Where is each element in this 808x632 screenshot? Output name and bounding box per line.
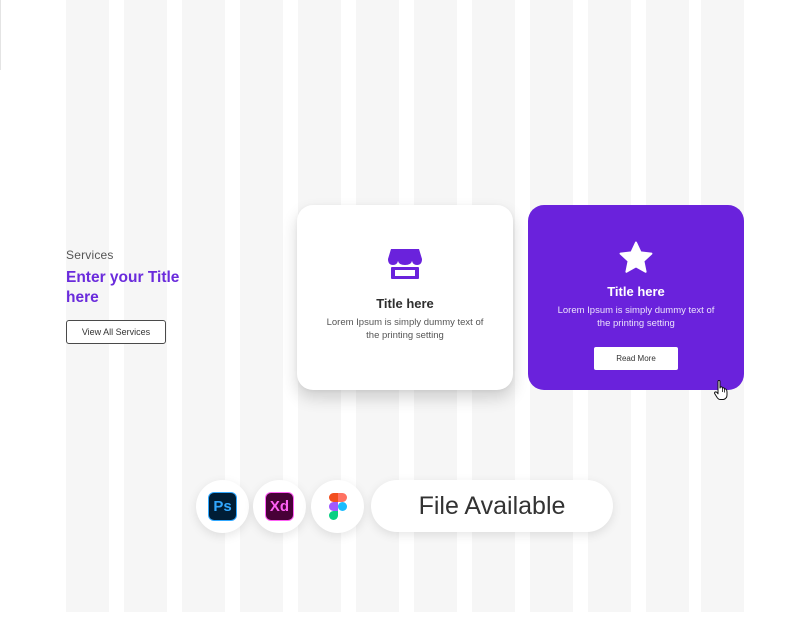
card-title: Title here	[376, 296, 434, 311]
card-title: Title here	[607, 284, 665, 299]
edge-divider	[0, 0, 1, 70]
card-description: Lorem Ipsum is simply dummy text of the …	[557, 305, 715, 329]
hand-cursor-icon	[714, 380, 728, 400]
adobe-xd-badge[interactable]: Xd	[253, 480, 306, 533]
photoshop-icon: Ps	[208, 492, 237, 521]
section-title: Enter your Title here	[66, 269, 180, 306]
design-preview: Services Enter your Title here View All …	[0, 0, 808, 632]
service-card-highlighted[interactable]: Title here Lorem Ipsum is simply dummy t…	[528, 205, 744, 390]
adobe-xd-icon: Xd	[265, 492, 294, 521]
file-available-badge: File Available	[371, 480, 613, 532]
view-all-services-button[interactable]: View All Services	[66, 320, 166, 344]
figma-icon	[328, 493, 347, 520]
photoshop-badge[interactable]: Ps	[196, 480, 249, 533]
figma-badge[interactable]	[311, 480, 364, 533]
section-label: Services	[66, 248, 114, 262]
card-description: Lorem Ipsum is simply dummy text of the …	[326, 317, 484, 341]
service-card[interactable]: Title here Lorem Ipsum is simply dummy t…	[297, 205, 513, 390]
store-icon	[388, 249, 422, 279]
read-more-button[interactable]: Read More	[594, 347, 678, 370]
star-icon	[619, 241, 653, 273]
